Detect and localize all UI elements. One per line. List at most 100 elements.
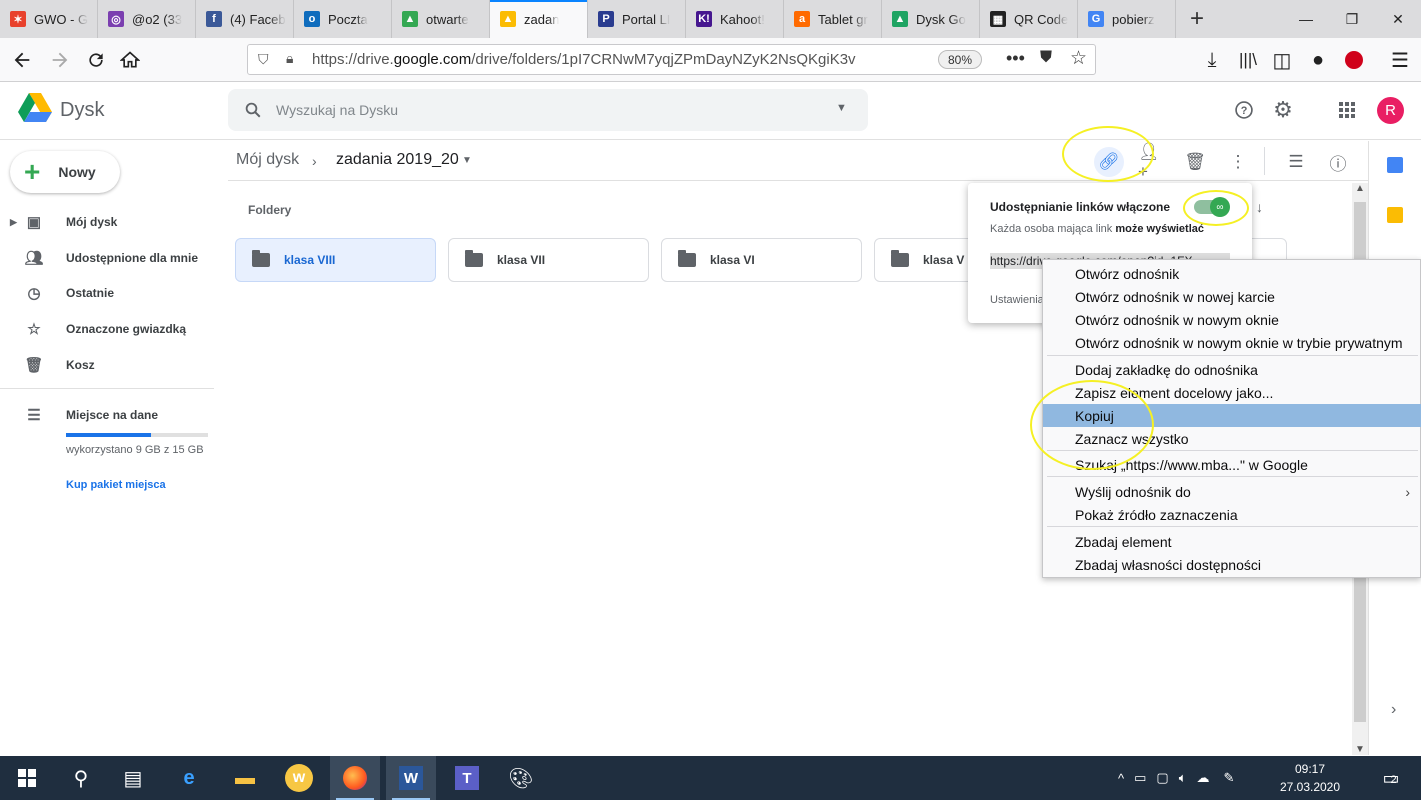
link-sharing-toggle[interactable]: ∞ — [1194, 197, 1230, 217]
search-input[interactable] — [276, 89, 816, 131]
context-menu-item[interactable]: Kopiuj — [1043, 404, 1421, 427]
browser-tab[interactable]: ▦ QR Code — [980, 0, 1078, 38]
drive-logo-icon[interactable] — [18, 93, 52, 123]
clock[interactable]: 09:17 27.03.2020 — [1270, 760, 1350, 796]
folder-item[interactable]: klasa VI — [661, 238, 862, 282]
browser-tab[interactable]: ▲ otwarte — [392, 0, 490, 38]
browser-tab[interactable]: ▲ zadan — [490, 0, 588, 38]
taskbar-word[interactable]: W — [386, 756, 436, 800]
calendar-icon[interactable] — [1387, 157, 1403, 173]
sharing-settings-link[interactable]: Ustawienia — [990, 294, 1044, 306]
browser-tab[interactable]: ▲ Dysk Go — [882, 0, 980, 38]
volume-icon[interactable]: 🔈︎ — [1179, 770, 1187, 786]
folder-item[interactable]: klasa VIII — [235, 238, 436, 282]
minimize-button[interactable]: — — [1283, 0, 1329, 38]
context-menu-item[interactable]: Pokaż źródło zaznaczenia — [1043, 503, 1421, 526]
forward-button[interactable] — [46, 46, 74, 74]
notifications-button[interactable]: ▭ 2 — [1366, 756, 1416, 800]
list-view-button[interactable]: ☰ — [1281, 147, 1311, 177]
context-menu-item[interactable]: Szukaj „https://www.mba..." w Google — [1043, 453, 1421, 476]
sidebar-item-shared[interactable]: 👥︎ Udostępnione dla mnie — [0, 240, 214, 276]
delete-button[interactable]: 🗑︎ — [1180, 147, 1210, 177]
browser-tab[interactable]: o Poczta — [294, 0, 392, 38]
browser-tab[interactable]: K! Kahoot! — [686, 0, 784, 38]
back-button[interactable] — [8, 46, 36, 74]
browser-tab[interactable]: a Tablet gr — [784, 0, 882, 38]
task-view-button[interactable]: ▤ — [108, 756, 158, 800]
lock-icon[interactable]: 🔒︎ — [286, 50, 293, 67]
address-bar[interactable]: ⛉ 🔒︎ https://drive.google.com/drive/fold… — [247, 44, 1096, 75]
library-button[interactable]: |||\ — [1234, 46, 1262, 74]
context-menu-item[interactable]: Zbadaj własności dostępności — [1043, 553, 1421, 576]
context-menu-item[interactable]: Zbadaj element — [1043, 530, 1421, 553]
onedrive-icon[interactable]: ☁ — [1197, 770, 1210, 786]
battery-icon[interactable]: ▭ — [1134, 770, 1146, 786]
browser-tab[interactable]: P Portal LI — [588, 0, 686, 38]
sidebar-item-recent[interactable]: ◷ Ostatnie — [0, 275, 214, 311]
apps-button[interactable] — [1333, 96, 1361, 124]
browser-tab[interactable]: ✶ GWO - G — [0, 0, 98, 38]
taskbar-teams[interactable]: T — [442, 756, 492, 800]
extension-button[interactable] — [1340, 46, 1368, 74]
expand-panel-icon[interactable]: › — [1391, 701, 1396, 719]
context-menu-item[interactable]: Otwórz odnośnik w nowym oknie — [1043, 308, 1421, 331]
menu-button[interactable]: ☰ — [1386, 46, 1414, 74]
avatar[interactable]: R — [1377, 97, 1404, 124]
bookmark-star-icon[interactable]: ☆ — [1070, 47, 1087, 70]
taskbar-firefox[interactable] — [330, 756, 380, 800]
taskbar-explorer[interactable]: ▬ — [220, 756, 270, 800]
zoom-indicator[interactable]: 80% — [938, 50, 982, 69]
sidebar-item-storage[interactable]: ☰ Miejsce na dane — [0, 397, 214, 433]
settings-button[interactable]: ⚙ — [1269, 96, 1297, 124]
taskbar-app-w[interactable]: w — [274, 756, 324, 800]
scroll-down-icon[interactable]: ▼ — [1355, 744, 1365, 755]
pen-icon[interactable]: ✎ — [1224, 770, 1235, 786]
maximize-button[interactable]: ❐ — [1329, 0, 1375, 38]
new-tab-button[interactable]: + — [1176, 0, 1218, 38]
close-button[interactable]: ✕ — [1375, 0, 1421, 38]
context-menu-item[interactable]: Zapisz element docelowy jako... — [1043, 381, 1421, 404]
breadcrumb-current[interactable]: zadania 2019_20 — [336, 151, 459, 169]
new-button[interactable]: + Nowy — [10, 151, 120, 193]
context-menu-item[interactable]: Zaznacz wszystko — [1043, 427, 1421, 450]
shield-icon[interactable]: ⛉ — [258, 51, 269, 68]
search-box[interactable]: ▼ — [228, 89, 868, 131]
buy-storage-link[interactable]: Kup pakiet miejsca — [66, 479, 166, 491]
search-icon[interactable] — [244, 101, 262, 119]
support-button[interactable]: ? — [1230, 96, 1258, 124]
network-icon[interactable]: ▢ — [1156, 770, 1168, 786]
sidebar-item-my-drive[interactable]: ▶ ▣ Mój dysk — [0, 204, 214, 240]
browser-tab[interactable]: f (4) Faceb — [196, 0, 294, 38]
sidebar-toggle-button[interactable]: ◫ — [1268, 46, 1296, 74]
sort-direction-icon[interactable]: ↓ — [1256, 199, 1263, 215]
share-button[interactable]: 👤︎+ — [1138, 142, 1168, 181]
browser-tab[interactable]: Gpobierz — [1078, 0, 1176, 38]
home-button[interactable] — [116, 46, 144, 74]
browser-tab[interactable]: ◎ @o2 (33 — [98, 0, 196, 38]
details-button[interactable]: ⓘ — [1323, 147, 1353, 177]
context-menu-item[interactable]: Wyślij odnośnik do › — [1043, 480, 1421, 503]
start-button[interactable] — [2, 756, 52, 800]
taskbar-paint[interactable]: 🎨︎ — [496, 756, 546, 800]
context-menu-item[interactable]: Dodaj zakładkę do odnośnika — [1043, 358, 1421, 381]
url-text[interactable]: https://drive.google.com/drive/folders/1… — [312, 51, 856, 68]
more-options-button[interactable]: ⋮ — [1223, 147, 1253, 177]
context-menu-item[interactable]: Otwórz odnośnik w nowej karcie — [1043, 285, 1421, 308]
downloads-button[interactable]: ⤓ — [1198, 46, 1226, 74]
app-name[interactable]: Dysk — [60, 99, 104, 122]
context-menu-item[interactable]: Otwórz odnośnik w nowym oknie w trybie p… — [1043, 331, 1421, 354]
breadcrumb-dropdown-icon[interactable]: ▼ — [462, 155, 472, 166]
sidebar-item-starred[interactable]: ☆ Oznaczone gwiazdką — [0, 311, 214, 347]
folder-item[interactable]: klasa VII — [448, 238, 649, 282]
get-link-button[interactable]: 🔗︎ — [1094, 147, 1124, 177]
context-menu-item[interactable]: Otwórz odnośnik — [1043, 262, 1421, 285]
search-options-icon[interactable]: ▼ — [836, 102, 847, 114]
permission-level[interactable]: może wyświetlać — [1115, 223, 1204, 235]
taskbar-edge[interactable]: e — [164, 756, 214, 800]
account-button[interactable]: ● — [1304, 46, 1332, 74]
pocket-icon[interactable]: ⛊ — [1040, 49, 1052, 67]
reload-button[interactable] — [82, 46, 110, 74]
taskbar-search-button[interactable]: ⚲ — [56, 756, 106, 800]
keep-icon[interactable] — [1387, 207, 1403, 223]
expand-caret-icon[interactable]: ▶ — [10, 217, 17, 228]
